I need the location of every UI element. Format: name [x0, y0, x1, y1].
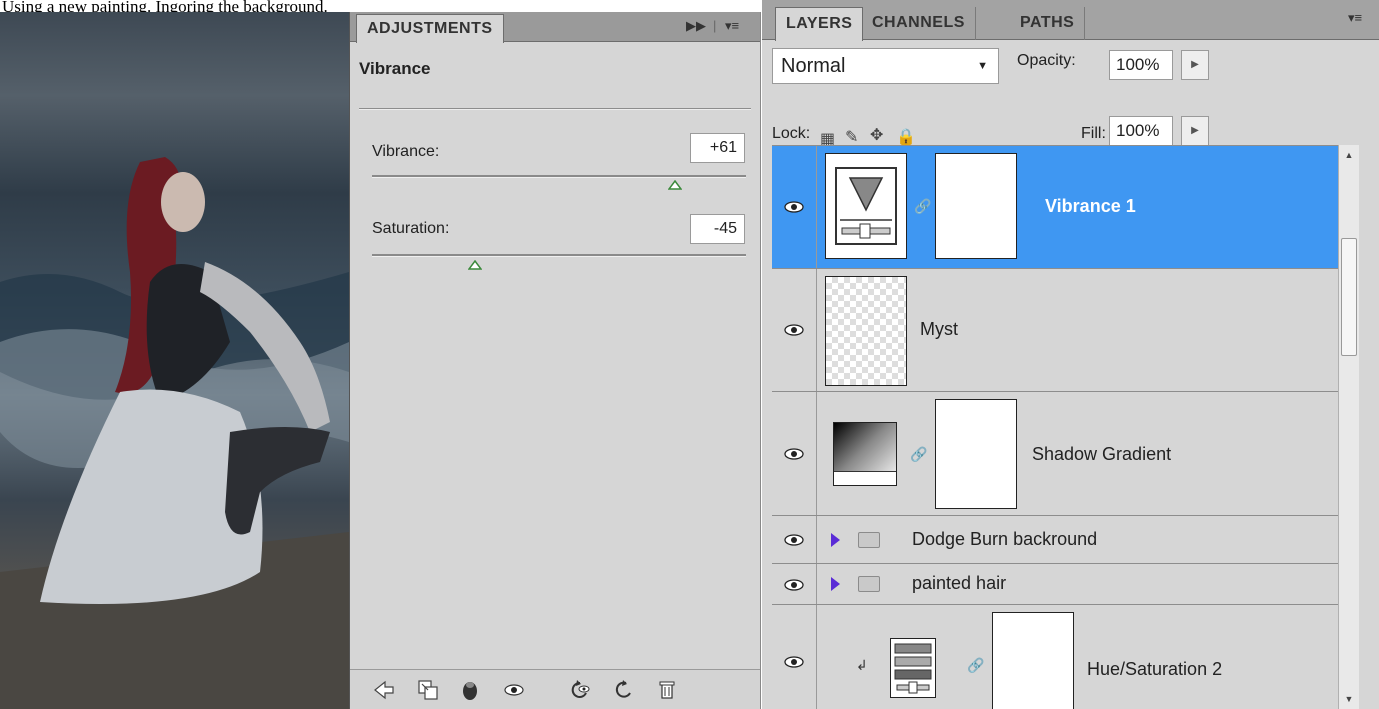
clip-to-layer-icon[interactable]: [458, 678, 482, 702]
scroll-down-icon[interactable]: ▼: [1339, 689, 1359, 709]
layers-tabbar: LAYERS CHANNELS PATHS ▾≡: [762, 0, 1379, 41]
previous-state-icon[interactable]: [568, 678, 592, 702]
layer-thumbnail[interactable]: [825, 276, 907, 386]
visibility-toggle[interactable]: [772, 146, 817, 268]
layer-row-myst[interactable]: Myst: [772, 269, 1338, 392]
visibility-toggle[interactable]: [772, 605, 817, 709]
panel-menu-icon[interactable]: ▾≡: [725, 18, 739, 34]
eye-icon: [784, 201, 804, 213]
layer-name[interactable]: Shadow Gradient: [1032, 444, 1171, 465]
fill-input[interactable]: 100%: [1109, 116, 1173, 146]
eye-icon: [784, 656, 804, 668]
scroll-up-icon[interactable]: ▲: [1339, 145, 1359, 165]
eye-icon: [784, 448, 804, 460]
vibrance-value-input[interactable]: +61: [690, 133, 745, 163]
layer-row-vibrance[interactable]: 🔗 Vibrance 1: [772, 146, 1338, 269]
visibility-toggle[interactable]: [772, 392, 817, 515]
hue-saturation-icon: [894, 643, 932, 694]
adjustments-tabbar: ADJUSTMENTS ▶▶ | ▾≡: [350, 12, 760, 43]
expand-view-icon[interactable]: [416, 678, 440, 702]
lock-label: Lock:: [772, 125, 811, 142]
tab-layers[interactable]: LAYERS: [775, 7, 864, 41]
gradient-fill-thumbnail[interactable]: [833, 422, 897, 486]
divider-icon: |: [713, 18, 717, 33]
clip-arrow-icon: ↲: [856, 657, 868, 673]
visibility-icon[interactable]: [502, 678, 526, 702]
blend-mode-select[interactable]: Normal ▼: [772, 48, 999, 84]
vibrance-adjustment-icon: [835, 167, 897, 245]
mask-thumbnail[interactable]: [992, 612, 1074, 709]
blend-mode-value: Normal: [781, 55, 846, 77]
vibrance-label: Vibrance:: [372, 143, 440, 160]
scroll-thumb[interactable]: [1341, 238, 1357, 356]
opacity-input[interactable]: 100%: [1109, 50, 1173, 80]
tab-adjustments[interactable]: ADJUSTMENTS: [356, 14, 504, 43]
opacity-slider-button[interactable]: ▶: [1181, 50, 1209, 80]
layer-row-shadow-gradient[interactable]: 🔗 Shadow Gradient: [772, 392, 1338, 516]
expand-group-icon[interactable]: [831, 533, 840, 547]
fill-label: Fill:: [1081, 125, 1106, 142]
adjustment-thumbnail[interactable]: [825, 153, 907, 259]
visibility-toggle[interactable]: [772, 564, 817, 604]
adjustment-title: Vibrance: [359, 59, 431, 78]
lock-image-icon[interactable]: ✎: [845, 127, 858, 147]
layer-name[interactable]: Hue/Saturation 2: [1087, 659, 1222, 680]
tab-channels[interactable]: CHANNELS: [862, 7, 976, 40]
eye-icon: [784, 579, 804, 591]
layers-list: 🔗 Vibrance 1 Myst 🔗 Shadow Gradient Dodg…: [772, 145, 1338, 709]
collapse-icon[interactable]: ▶▶: [686, 18, 706, 34]
eye-icon: [784, 324, 804, 336]
expand-group-icon[interactable]: [831, 577, 840, 591]
link-icon[interactable]: 🔗: [967, 657, 984, 674]
link-icon[interactable]: 🔗: [914, 198, 931, 215]
layers-scrollbar[interactable]: ▲ ▼: [1338, 145, 1359, 709]
saturation-value-input[interactable]: -45: [690, 214, 745, 244]
layer-group-dodge-burn[interactable]: Dodge Burn backround: [772, 516, 1338, 564]
layer-name[interactable]: Dodge Burn backround: [912, 529, 1097, 550]
gradient-bar: [834, 471, 896, 485]
layer-row-hue-saturation[interactable]: ↲ 🔗 Hue/Saturation 2: [772, 605, 1338, 709]
vibrance-slider-track[interactable]: [372, 175, 746, 178]
adjustments-panel: ADJUSTMENTS ▶▶ | ▾≡ Vibrance Vibrance: +…: [349, 12, 761, 709]
layer-name[interactable]: painted hair: [912, 573, 1006, 594]
reset-icon[interactable]: [612, 678, 636, 702]
visibility-toggle[interactable]: [772, 516, 817, 563]
saturation-label: Saturation:: [372, 220, 450, 237]
opacity-label: Opacity:: [1017, 52, 1076, 69]
tab-paths[interactable]: PATHS: [1010, 7, 1086, 40]
folder-icon: [858, 576, 880, 592]
mask-thumbnail[interactable]: [935, 153, 1017, 259]
fill-slider-button[interactable]: ▶: [1181, 116, 1209, 146]
vibrance-slider-thumb[interactable]: [667, 180, 682, 190]
artwork-photo: [0, 12, 349, 709]
back-arrow-icon[interactable]: [372, 678, 396, 702]
adjustments-footer: [350, 669, 760, 709]
visibility-toggle[interactable]: [772, 269, 817, 391]
eye-icon: [784, 534, 804, 546]
chevron-down-icon: ▼: [977, 60, 988, 72]
hue-saturation-adjustment-icon[interactable]: [890, 638, 936, 698]
layer-group-painted-hair[interactable]: painted hair: [772, 564, 1338, 605]
link-icon[interactable]: 🔗: [910, 446, 927, 463]
saturation-slider-track[interactable]: [372, 254, 746, 257]
layers-panel: LAYERS CHANNELS PATHS ▾≡ Normal ▼ Opacit…: [762, 0, 1379, 709]
layer-name[interactable]: Vibrance 1: [1045, 196, 1136, 217]
lock-position-icon[interactable]: ✥: [870, 125, 883, 145]
delete-icon[interactable]: [655, 678, 679, 702]
saturation-slider-thumb[interactable]: [467, 260, 482, 270]
lock-all-icon[interactable]: 🔒: [896, 127, 916, 147]
divider: [359, 108, 751, 110]
folder-icon: [858, 532, 880, 548]
mask-thumbnail[interactable]: [935, 399, 1017, 509]
panel-menu-icon[interactable]: ▾≡: [1348, 10, 1362, 26]
layer-name[interactable]: Myst: [920, 319, 958, 340]
